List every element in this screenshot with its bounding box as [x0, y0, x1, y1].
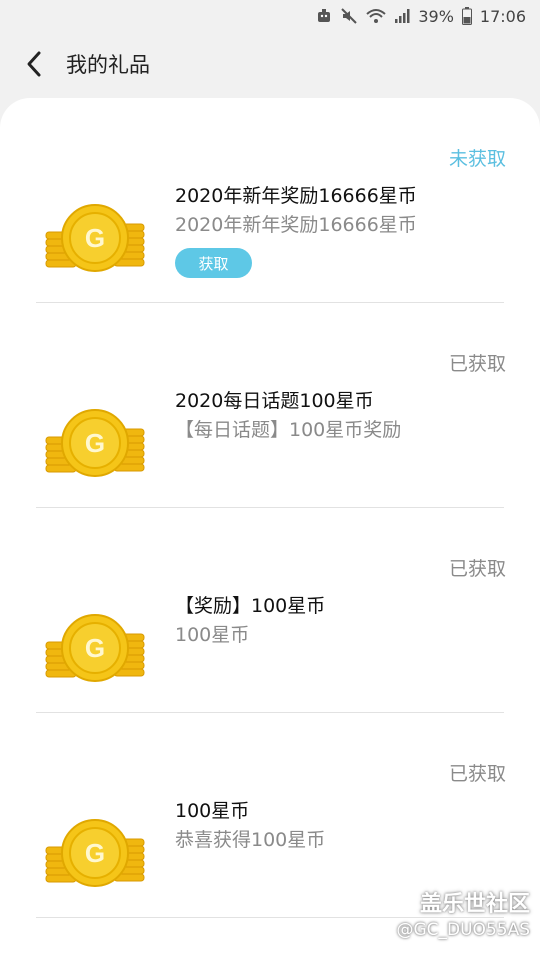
gift-subtitle: 2020年新年奖励16666星币 [175, 214, 417, 236]
battery-percent: 39% [418, 6, 454, 26]
gift-subtitle: 恭喜获得100星币 [175, 829, 326, 851]
gift-status: 已获取 [448, 558, 506, 580]
status-bar: 39% 17:06 [0, 0, 540, 32]
gold-coin-stack-icon: G [45, 819, 145, 887]
claim-button[interactable]: 获取 [175, 248, 252, 278]
svg-text:G: G [85, 633, 105, 663]
svg-text:G: G [85, 428, 105, 458]
gift-title: 【奖励】100星币 [175, 595, 326, 617]
gift-title: 2020每日话题100星币 [175, 390, 374, 412]
svg-text:G: G [85, 223, 105, 253]
gift-title: 2020年新年奖励16666星币 [175, 185, 417, 207]
gift-subtitle: 100星币 [175, 624, 250, 646]
gift-item: 已获取 G 【奖励】100星币 100星币 [0, 508, 540, 713]
gift-status: 未获取 [448, 148, 506, 170]
svg-text:G: G [85, 838, 105, 868]
gold-coin-stack-icon: G [45, 409, 145, 477]
gift-list: 未获取 G 2020年新年奖励16666星币 2020年新年奖励16666星币 … [0, 98, 540, 968]
watermark-user: @GC_DUO55AS [396, 920, 530, 940]
gift-subtitle: 【每日话题】100星币奖励 [175, 419, 402, 441]
watermark: 盖乐世社区 @GC_DUO55AS [396, 886, 530, 940]
android-debug-icon [316, 8, 332, 24]
battery-icon [461, 7, 472, 25]
gift-item: 已获取 G 2020每日话题100星币 【每日话题】100星币奖励 [0, 303, 540, 508]
page-title: 我的礼品 [66, 53, 150, 77]
gift-status: 已获取 [448, 763, 506, 785]
app-header: 我的礼品 [0, 32, 540, 96]
gold-coin-stack-icon: G [45, 614, 145, 682]
gift-item: 未获取 G 2020年新年奖励16666星币 2020年新年奖励16666星币 … [0, 98, 540, 303]
gold-coin-stack-icon: G [45, 204, 145, 272]
signal-icon [394, 8, 410, 24]
wifi-icon [366, 8, 386, 24]
watermark-brand: 盖乐世社区 [419, 892, 530, 917]
gift-status: 已获取 [448, 353, 506, 375]
mute-icon [340, 7, 358, 25]
chevron-left-icon [27, 51, 41, 77]
clock: 17:06 [479, 6, 526, 26]
gift-title: 100星币 [175, 800, 250, 822]
back-button[interactable] [20, 50, 48, 78]
